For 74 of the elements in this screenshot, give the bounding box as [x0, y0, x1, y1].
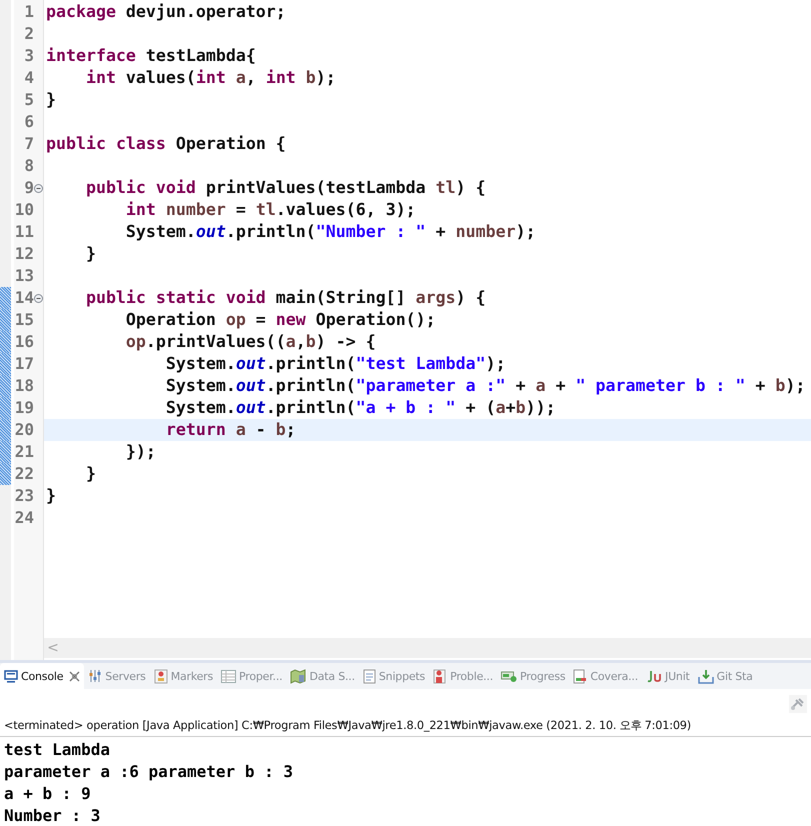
code-line: } — [84, 244, 96, 263]
code-line: op.printValues((a,b) -> { — [124, 332, 376, 351]
line-number: 15 — [14, 309, 34, 331]
line-number: 18 — [14, 375, 34, 397]
code-line: System.out.println("test Lambda"); — [164, 354, 506, 373]
code-line: } — [46, 486, 56, 505]
code-line: public void printValues(testLambda tl) { — [84, 178, 486, 197]
junit-icon — [646, 670, 662, 682]
code-line: public class Operation { — [46, 134, 286, 153]
line-number: 16 — [14, 331, 34, 353]
collapse-icon[interactable] — [34, 294, 43, 303]
panel-tab[interactable]: Data S... — [286, 663, 359, 689]
code-line: int number = tl.values(6, 3); — [124, 200, 416, 219]
panel-tab[interactable]: Proble... — [429, 663, 498, 689]
document-icon — [362, 668, 376, 684]
horizontal-scrollbar[interactable]: < — [44, 638, 811, 658]
line-number: 1 — [23, 1, 34, 23]
panel-tab[interactable]: Progress — [497, 663, 570, 689]
panel-tab[interactable]: Servers — [84, 663, 150, 689]
map-icon — [290, 668, 306, 684]
download-icon — [698, 668, 714, 684]
line-number: 21 — [14, 441, 34, 463]
code-line: package devjun.operator; — [46, 2, 286, 21]
code-line: System.out.println("parameter a :" + a + " parameter b : " + b); — [164, 376, 806, 395]
code-line: System.out.println("Number : " + number); — [124, 222, 536, 241]
line-number: 22 — [14, 463, 34, 485]
line-number: 24 — [14, 507, 34, 529]
panel-tab[interactable]: Snippets — [358, 663, 430, 689]
panel-tab[interactable]: Proper... — [217, 663, 286, 689]
line-number: 19 — [14, 397, 34, 419]
panel-tab[interactable]: Console — [0, 663, 84, 689]
console-output-line: Number : 3 — [4, 805, 100, 826]
coverage-icon — [573, 668, 588, 684]
code-line: } — [46, 90, 56, 109]
line-number: 9 — [23, 177, 34, 199]
console-status: <terminated> operation [Java Application] C:₩Program Files₩Java₩jre1.8.0_221₩bin₩javaw.exe (2021. 2. 10. 오후 7:01:09) — [0, 715, 811, 737]
code-line: } — [84, 464, 96, 483]
code-line: public static void main(String[] args) { — [84, 288, 486, 307]
line-number: 3 — [23, 45, 34, 67]
panel-tab[interactable]: Git Sta — [694, 663, 757, 689]
progress-icon — [501, 670, 518, 682]
line-number: 20 — [14, 419, 34, 441]
code-line: Operation op = new Operation(); — [124, 310, 436, 329]
panel-tab[interactable]: Markers — [150, 663, 218, 689]
line-number: 5 — [23, 89, 34, 111]
code-line: int values(int a, int b); — [84, 68, 336, 87]
line-number: 7 — [23, 133, 34, 155]
line-number: 23 — [14, 485, 34, 507]
monitor-icon — [4, 670, 18, 682]
code-line: }); — [124, 442, 156, 461]
collapse-icon[interactable] — [34, 184, 43, 193]
line-number: 10 — [14, 199, 34, 221]
line-number: 14 — [14, 287, 34, 309]
panel-tab[interactable]: JUnit — [642, 663, 694, 689]
sliders-icon — [88, 669, 102, 683]
line-number: 4 — [23, 67, 34, 89]
console-output-line: a + b : 9 — [4, 783, 91, 805]
line-number: 11 — [14, 221, 34, 243]
console-output-line: parameter a :6 parameter b : 3 — [4, 761, 293, 783]
panel-tab[interactable]: Covera... — [569, 663, 642, 689]
table-icon — [221, 670, 236, 682]
code-line: System.out.println("a + b : " + (a+b)); — [164, 398, 556, 417]
code-line: interface testLambda{ — [46, 46, 256, 65]
line-number: 8 — [23, 155, 34, 177]
line-number: 2 — [23, 23, 34, 45]
code-line: return a - b; — [164, 420, 296, 439]
problems-icon — [433, 668, 448, 684]
console-output-line: test Lambda — [4, 739, 110, 761]
markers-icon — [154, 668, 168, 684]
line-number: 17 — [14, 353, 34, 375]
line-number: 12 — [14, 243, 34, 265]
line-number: 6 — [23, 111, 34, 133]
close-icon[interactable] — [69, 670, 80, 682]
line-number: 13 — [14, 265, 34, 287]
